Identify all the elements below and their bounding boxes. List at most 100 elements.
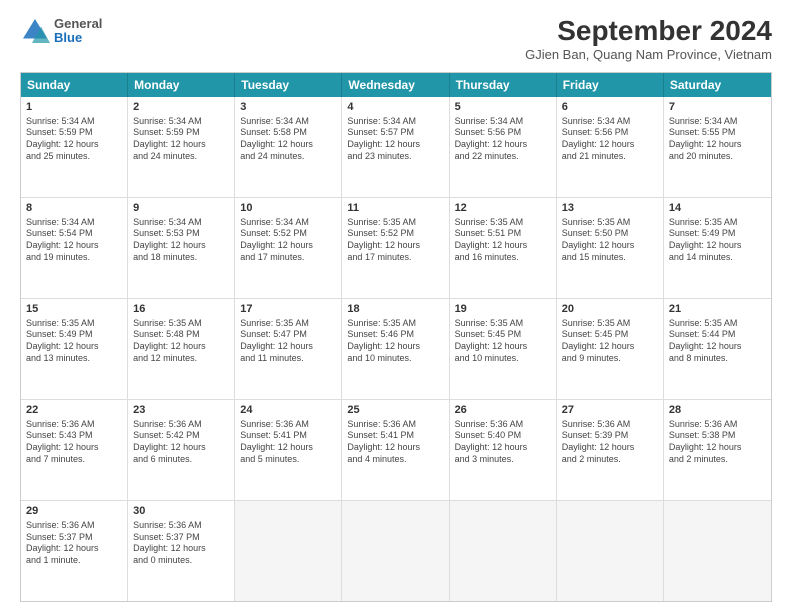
table-row: 25Sunrise: 5:36 AM Sunset: 5:41 PM Dayli… bbox=[342, 400, 449, 500]
day-info: Sunrise: 5:35 AM Sunset: 5:51 PM Dayligh… bbox=[455, 217, 551, 264]
day-info: Sunrise: 5:36 AM Sunset: 5:42 PM Dayligh… bbox=[133, 419, 229, 466]
day-number: 1 bbox=[26, 100, 122, 115]
table-row bbox=[235, 501, 342, 601]
table-row: 21Sunrise: 5:35 AM Sunset: 5:44 PM Dayli… bbox=[664, 299, 771, 399]
header-monday: Monday bbox=[128, 73, 235, 97]
week-row-4: 29Sunrise: 5:36 AM Sunset: 5:37 PM Dayli… bbox=[21, 500, 771, 601]
table-row: 28Sunrise: 5:36 AM Sunset: 5:38 PM Dayli… bbox=[664, 400, 771, 500]
day-info: Sunrise: 5:35 AM Sunset: 5:45 PM Dayligh… bbox=[562, 318, 658, 365]
table-row: 23Sunrise: 5:36 AM Sunset: 5:42 PM Dayli… bbox=[128, 400, 235, 500]
table-row: 5Sunrise: 5:34 AM Sunset: 5:56 PM Daylig… bbox=[450, 97, 557, 197]
day-info: Sunrise: 5:36 AM Sunset: 5:41 PM Dayligh… bbox=[347, 419, 443, 466]
day-info: Sunrise: 5:34 AM Sunset: 5:56 PM Dayligh… bbox=[455, 116, 551, 163]
table-row: 26Sunrise: 5:36 AM Sunset: 5:40 PM Dayli… bbox=[450, 400, 557, 500]
header-tuesday: Tuesday bbox=[235, 73, 342, 97]
day-number: 13 bbox=[562, 201, 658, 216]
day-info: Sunrise: 5:36 AM Sunset: 5:40 PM Dayligh… bbox=[455, 419, 551, 466]
header-wednesday: Wednesday bbox=[342, 73, 449, 97]
page: General Blue September 2024 GJien Ban, Q… bbox=[0, 0, 792, 612]
day-number: 14 bbox=[669, 201, 766, 216]
day-info: Sunrise: 5:34 AM Sunset: 5:59 PM Dayligh… bbox=[26, 116, 122, 163]
day-info: Sunrise: 5:35 AM Sunset: 5:46 PM Dayligh… bbox=[347, 318, 443, 365]
logo-text: General Blue bbox=[54, 17, 102, 46]
calendar-body: 1Sunrise: 5:34 AM Sunset: 5:59 PM Daylig… bbox=[21, 97, 771, 601]
day-number: 6 bbox=[562, 100, 658, 115]
table-row: 4Sunrise: 5:34 AM Sunset: 5:57 PM Daylig… bbox=[342, 97, 449, 197]
day-number: 8 bbox=[26, 201, 122, 216]
day-number: 27 bbox=[562, 403, 658, 418]
day-info: Sunrise: 5:34 AM Sunset: 5:54 PM Dayligh… bbox=[26, 217, 122, 264]
day-number: 15 bbox=[26, 302, 122, 317]
table-row: 7Sunrise: 5:34 AM Sunset: 5:55 PM Daylig… bbox=[664, 97, 771, 197]
table-row: 3Sunrise: 5:34 AM Sunset: 5:58 PM Daylig… bbox=[235, 97, 342, 197]
table-row: 20Sunrise: 5:35 AM Sunset: 5:45 PM Dayli… bbox=[557, 299, 664, 399]
table-row bbox=[664, 501, 771, 601]
day-number: 16 bbox=[133, 302, 229, 317]
header-friday: Friday bbox=[557, 73, 664, 97]
day-number: 10 bbox=[240, 201, 336, 216]
day-info: Sunrise: 5:36 AM Sunset: 5:41 PM Dayligh… bbox=[240, 419, 336, 466]
table-row: 22Sunrise: 5:36 AM Sunset: 5:43 PM Dayli… bbox=[21, 400, 128, 500]
week-row-1: 8Sunrise: 5:34 AM Sunset: 5:54 PM Daylig… bbox=[21, 197, 771, 298]
table-row bbox=[342, 501, 449, 601]
page-title: September 2024 bbox=[525, 16, 772, 47]
day-info: Sunrise: 5:36 AM Sunset: 5:37 PM Dayligh… bbox=[133, 520, 229, 567]
day-number: 24 bbox=[240, 403, 336, 418]
day-number: 23 bbox=[133, 403, 229, 418]
table-row: 17Sunrise: 5:35 AM Sunset: 5:47 PM Dayli… bbox=[235, 299, 342, 399]
day-number: 3 bbox=[240, 100, 336, 115]
logo-icon bbox=[20, 16, 50, 46]
table-row: 2Sunrise: 5:34 AM Sunset: 5:59 PM Daylig… bbox=[128, 97, 235, 197]
header: General Blue September 2024 GJien Ban, Q… bbox=[20, 16, 772, 62]
day-number: 7 bbox=[669, 100, 766, 115]
table-row: 19Sunrise: 5:35 AM Sunset: 5:45 PM Dayli… bbox=[450, 299, 557, 399]
day-info: Sunrise: 5:35 AM Sunset: 5:50 PM Dayligh… bbox=[562, 217, 658, 264]
day-number: 29 bbox=[26, 504, 122, 519]
day-number: 22 bbox=[26, 403, 122, 418]
day-info: Sunrise: 5:35 AM Sunset: 5:48 PM Dayligh… bbox=[133, 318, 229, 365]
day-number: 17 bbox=[240, 302, 336, 317]
table-row: 8Sunrise: 5:34 AM Sunset: 5:54 PM Daylig… bbox=[21, 198, 128, 298]
table-row bbox=[450, 501, 557, 601]
day-number: 26 bbox=[455, 403, 551, 418]
table-row: 11Sunrise: 5:35 AM Sunset: 5:52 PM Dayli… bbox=[342, 198, 449, 298]
day-number: 18 bbox=[347, 302, 443, 317]
table-row: 15Sunrise: 5:35 AM Sunset: 5:49 PM Dayli… bbox=[21, 299, 128, 399]
table-row: 9Sunrise: 5:34 AM Sunset: 5:53 PM Daylig… bbox=[128, 198, 235, 298]
day-number: 5 bbox=[455, 100, 551, 115]
table-row: 6Sunrise: 5:34 AM Sunset: 5:56 PM Daylig… bbox=[557, 97, 664, 197]
day-info: Sunrise: 5:35 AM Sunset: 5:47 PM Dayligh… bbox=[240, 318, 336, 365]
day-info: Sunrise: 5:35 AM Sunset: 5:49 PM Dayligh… bbox=[669, 217, 766, 264]
header-saturday: Saturday bbox=[664, 73, 771, 97]
day-info: Sunrise: 5:34 AM Sunset: 5:53 PM Dayligh… bbox=[133, 217, 229, 264]
logo-blue: Blue bbox=[54, 31, 102, 45]
table-row bbox=[557, 501, 664, 601]
day-info: Sunrise: 5:36 AM Sunset: 5:43 PM Dayligh… bbox=[26, 419, 122, 466]
header-sunday: Sunday bbox=[21, 73, 128, 97]
day-number: 25 bbox=[347, 403, 443, 418]
day-info: Sunrise: 5:34 AM Sunset: 5:58 PM Dayligh… bbox=[240, 116, 336, 163]
logo: General Blue bbox=[20, 16, 102, 46]
day-number: 30 bbox=[133, 504, 229, 519]
header-thursday: Thursday bbox=[450, 73, 557, 97]
day-number: 11 bbox=[347, 201, 443, 216]
table-row: 24Sunrise: 5:36 AM Sunset: 5:41 PM Dayli… bbox=[235, 400, 342, 500]
day-info: Sunrise: 5:35 AM Sunset: 5:45 PM Dayligh… bbox=[455, 318, 551, 365]
table-row: 13Sunrise: 5:35 AM Sunset: 5:50 PM Dayli… bbox=[557, 198, 664, 298]
table-row: 10Sunrise: 5:34 AM Sunset: 5:52 PM Dayli… bbox=[235, 198, 342, 298]
week-row-0: 1Sunrise: 5:34 AM Sunset: 5:59 PM Daylig… bbox=[21, 97, 771, 197]
day-number: 4 bbox=[347, 100, 443, 115]
day-number: 12 bbox=[455, 201, 551, 216]
day-info: Sunrise: 5:36 AM Sunset: 5:39 PM Dayligh… bbox=[562, 419, 658, 466]
week-row-2: 15Sunrise: 5:35 AM Sunset: 5:49 PM Dayli… bbox=[21, 298, 771, 399]
day-number: 28 bbox=[669, 403, 766, 418]
table-row: 14Sunrise: 5:35 AM Sunset: 5:49 PM Dayli… bbox=[664, 198, 771, 298]
table-row: 16Sunrise: 5:35 AM Sunset: 5:48 PM Dayli… bbox=[128, 299, 235, 399]
day-info: Sunrise: 5:36 AM Sunset: 5:37 PM Dayligh… bbox=[26, 520, 122, 567]
day-info: Sunrise: 5:34 AM Sunset: 5:57 PM Dayligh… bbox=[347, 116, 443, 163]
day-number: 9 bbox=[133, 201, 229, 216]
day-info: Sunrise: 5:36 AM Sunset: 5:38 PM Dayligh… bbox=[669, 419, 766, 466]
table-row: 30Sunrise: 5:36 AM Sunset: 5:37 PM Dayli… bbox=[128, 501, 235, 601]
day-info: Sunrise: 5:35 AM Sunset: 5:44 PM Dayligh… bbox=[669, 318, 766, 365]
day-info: Sunrise: 5:34 AM Sunset: 5:59 PM Dayligh… bbox=[133, 116, 229, 163]
